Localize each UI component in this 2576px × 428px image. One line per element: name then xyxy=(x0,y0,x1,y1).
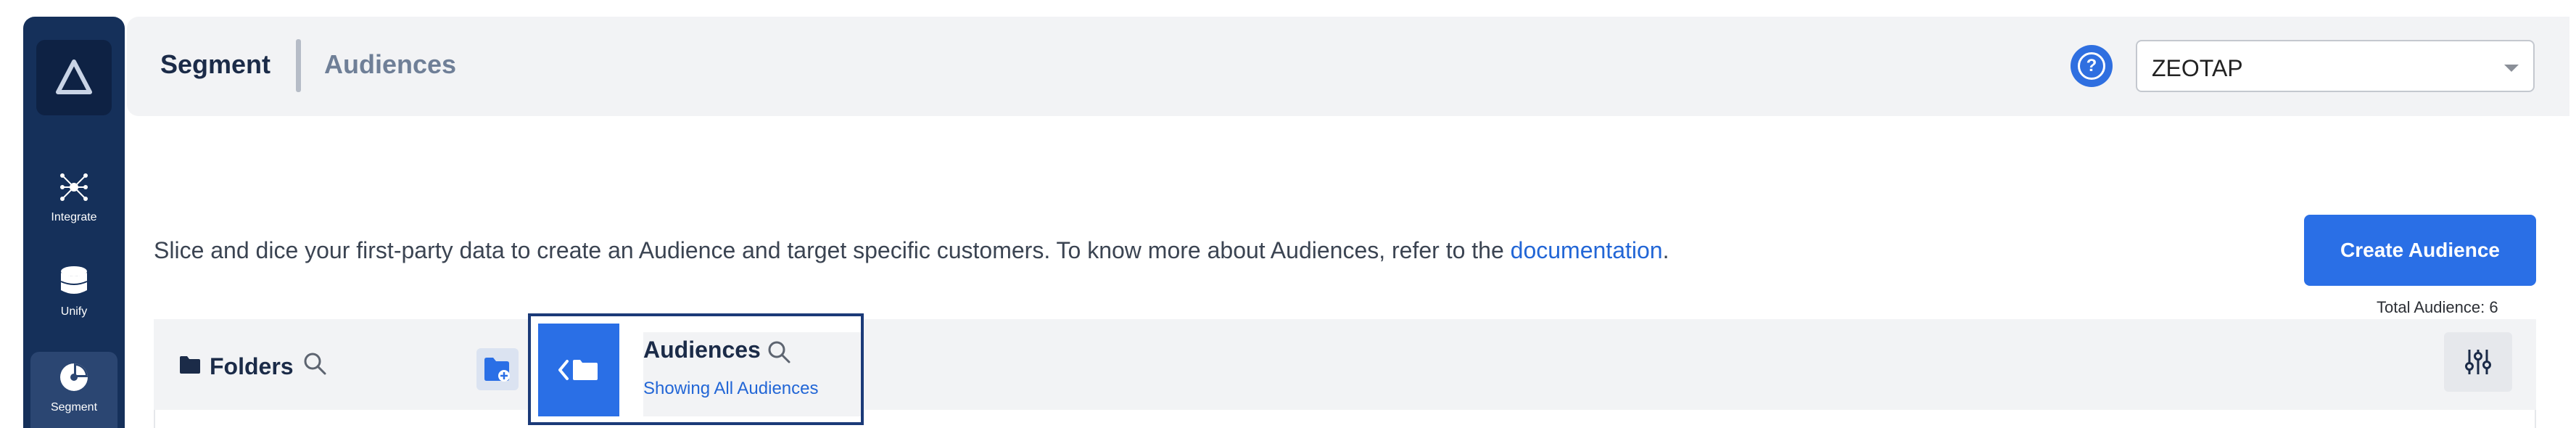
filter-settings-button[interactable] xyxy=(2444,332,2512,392)
app-root: Integrate Unify Segment Segment Audience… xyxy=(0,0,2576,428)
search-icon[interactable] xyxy=(302,351,327,382)
toggle-folders-button[interactable] xyxy=(538,324,619,416)
description-text: Slice and dice your first-party data to … xyxy=(154,237,1511,263)
folders-label: Folders xyxy=(210,353,294,379)
page-title: Segment xyxy=(160,49,271,79)
help-icon: ? xyxy=(2078,52,2105,80)
folders-header: Folders xyxy=(179,351,327,382)
database-icon xyxy=(56,263,92,300)
audiences-filter-status[interactable]: Showing All Audiences xyxy=(643,379,819,399)
org-select[interactable]: ZEOTAP xyxy=(2136,40,2535,92)
total-audience-count: Total Audience: 6 xyxy=(2377,298,2498,316)
help-button[interactable]: ? xyxy=(2071,45,2113,87)
audiences-title: Audiences xyxy=(643,337,761,363)
page-description: Slice and dice your first-party data to … xyxy=(154,237,1669,264)
create-audience-button[interactable]: Create Audience xyxy=(2304,215,2536,286)
pie-chart-icon xyxy=(56,359,92,395)
sidebar-item-label: Integrate xyxy=(51,211,97,223)
sidebar-item-unify[interactable]: Unify xyxy=(30,263,117,318)
folder-plus-icon xyxy=(484,358,510,382)
sidebar-item-integrate[interactable]: Integrate xyxy=(30,169,117,224)
add-folder-button[interactable] xyxy=(476,348,519,390)
list-body xyxy=(154,410,2536,428)
logo-icon xyxy=(56,59,92,94)
search-icon[interactable] xyxy=(767,339,791,368)
sidebar-item-label: Segment xyxy=(50,401,98,413)
description-suffix: . xyxy=(1662,237,1669,263)
audiences-header: Audiences Showing All Audiences xyxy=(643,332,861,416)
sidebar-item-segment[interactable]: Segment xyxy=(30,352,117,428)
sidebar-item-label: Unify xyxy=(60,305,88,318)
network-icon xyxy=(56,169,92,205)
org-select-value: ZEOTAP xyxy=(2152,55,2243,81)
page-subtitle: Audiences xyxy=(324,49,457,79)
audiences-panel: Audiences Showing All Audiences xyxy=(528,313,864,425)
sliders-icon xyxy=(2465,350,2491,374)
chevron-left-folder-icon xyxy=(558,360,598,380)
chevron-down-icon xyxy=(2504,65,2519,72)
header-bar: Segment Audiences ? ZEOTAP xyxy=(127,17,2569,116)
documentation-link[interactable]: documentation xyxy=(1511,237,1663,263)
header-divider xyxy=(296,39,301,92)
folder-icon xyxy=(179,353,201,380)
logo[interactable] xyxy=(36,40,112,115)
sidebar: Integrate Unify Segment xyxy=(23,17,125,428)
